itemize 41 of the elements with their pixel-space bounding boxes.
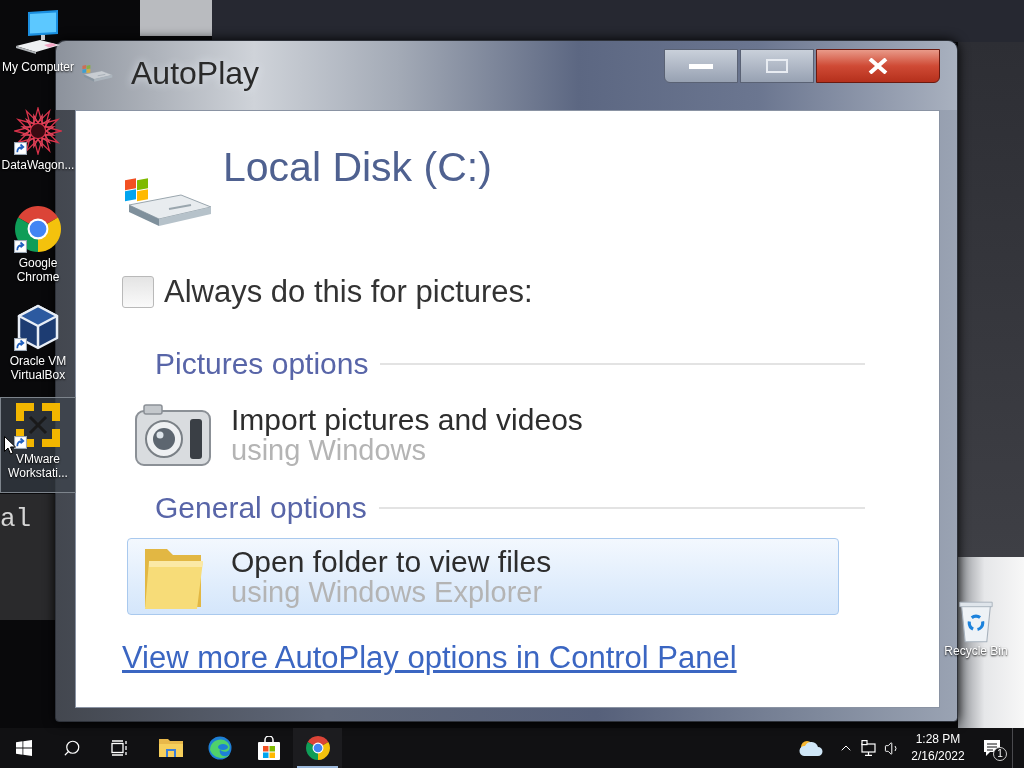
checkbox-label: Always do this for pictures: xyxy=(164,275,533,309)
star-pattern-icon xyxy=(14,107,62,155)
window-title: AutoPlay xyxy=(131,55,260,91)
cube-icon xyxy=(16,304,60,350)
desktop-shortcut[interactable]: DataWagon... xyxy=(0,103,76,199)
wave-logo-icon xyxy=(207,736,232,760)
desktop-shortcut[interactable]: VMware Workstati... xyxy=(0,397,76,493)
desktop-shortcut[interactable]: Oracle VM VirtualBox xyxy=(0,299,76,395)
corner-brackets-icon xyxy=(14,401,62,449)
task-view-icon xyxy=(111,740,129,756)
section-heading: General options xyxy=(155,492,367,524)
shopping-bag-icon xyxy=(257,736,280,760)
notifications-button[interactable]: 1 xyxy=(974,728,1010,768)
maximize-icon xyxy=(766,59,788,73)
maximize-button[interactable] xyxy=(740,49,814,83)
control-panel-link[interactable]: View more AutoPlay options in Control Panel xyxy=(122,641,737,675)
recycle-bin-icon xyxy=(958,600,994,644)
taskbar-app-button[interactable] xyxy=(293,728,342,768)
close-icon xyxy=(868,58,888,74)
network-icon xyxy=(861,740,879,756)
windows-logo-icon xyxy=(16,740,32,756)
wallpaper-text: al xyxy=(0,504,33,534)
notification-count-badge: 1 xyxy=(993,747,1007,761)
running-indicator xyxy=(297,766,338,768)
minimize-button[interactable] xyxy=(664,49,738,83)
section-heading: Pictures options xyxy=(155,348,369,380)
desktop-shortcut[interactable]: Google Chrome xyxy=(0,201,76,297)
mouse-pointer-icon xyxy=(4,436,16,455)
clock[interactable]: 1:28 PM 2/16/2022 xyxy=(902,728,974,768)
checkbox[interactable] xyxy=(122,276,154,308)
device-name: Local Disk (C:) xyxy=(223,145,492,189)
autoplay-option[interactable]: Open folder to view files using Windows Explorer xyxy=(127,538,839,615)
autoplay-option[interactable]: Import pictures and videos using Windows xyxy=(127,396,839,473)
cloud-icon xyxy=(799,740,823,756)
folder-icon xyxy=(158,738,183,758)
minimize-icon xyxy=(689,63,713,69)
drive-icon xyxy=(81,63,113,83)
close-button[interactable] xyxy=(816,49,940,83)
chrome-logo-icon xyxy=(15,206,61,252)
search-icon xyxy=(63,739,81,757)
chrome-logo-icon xyxy=(305,736,330,760)
